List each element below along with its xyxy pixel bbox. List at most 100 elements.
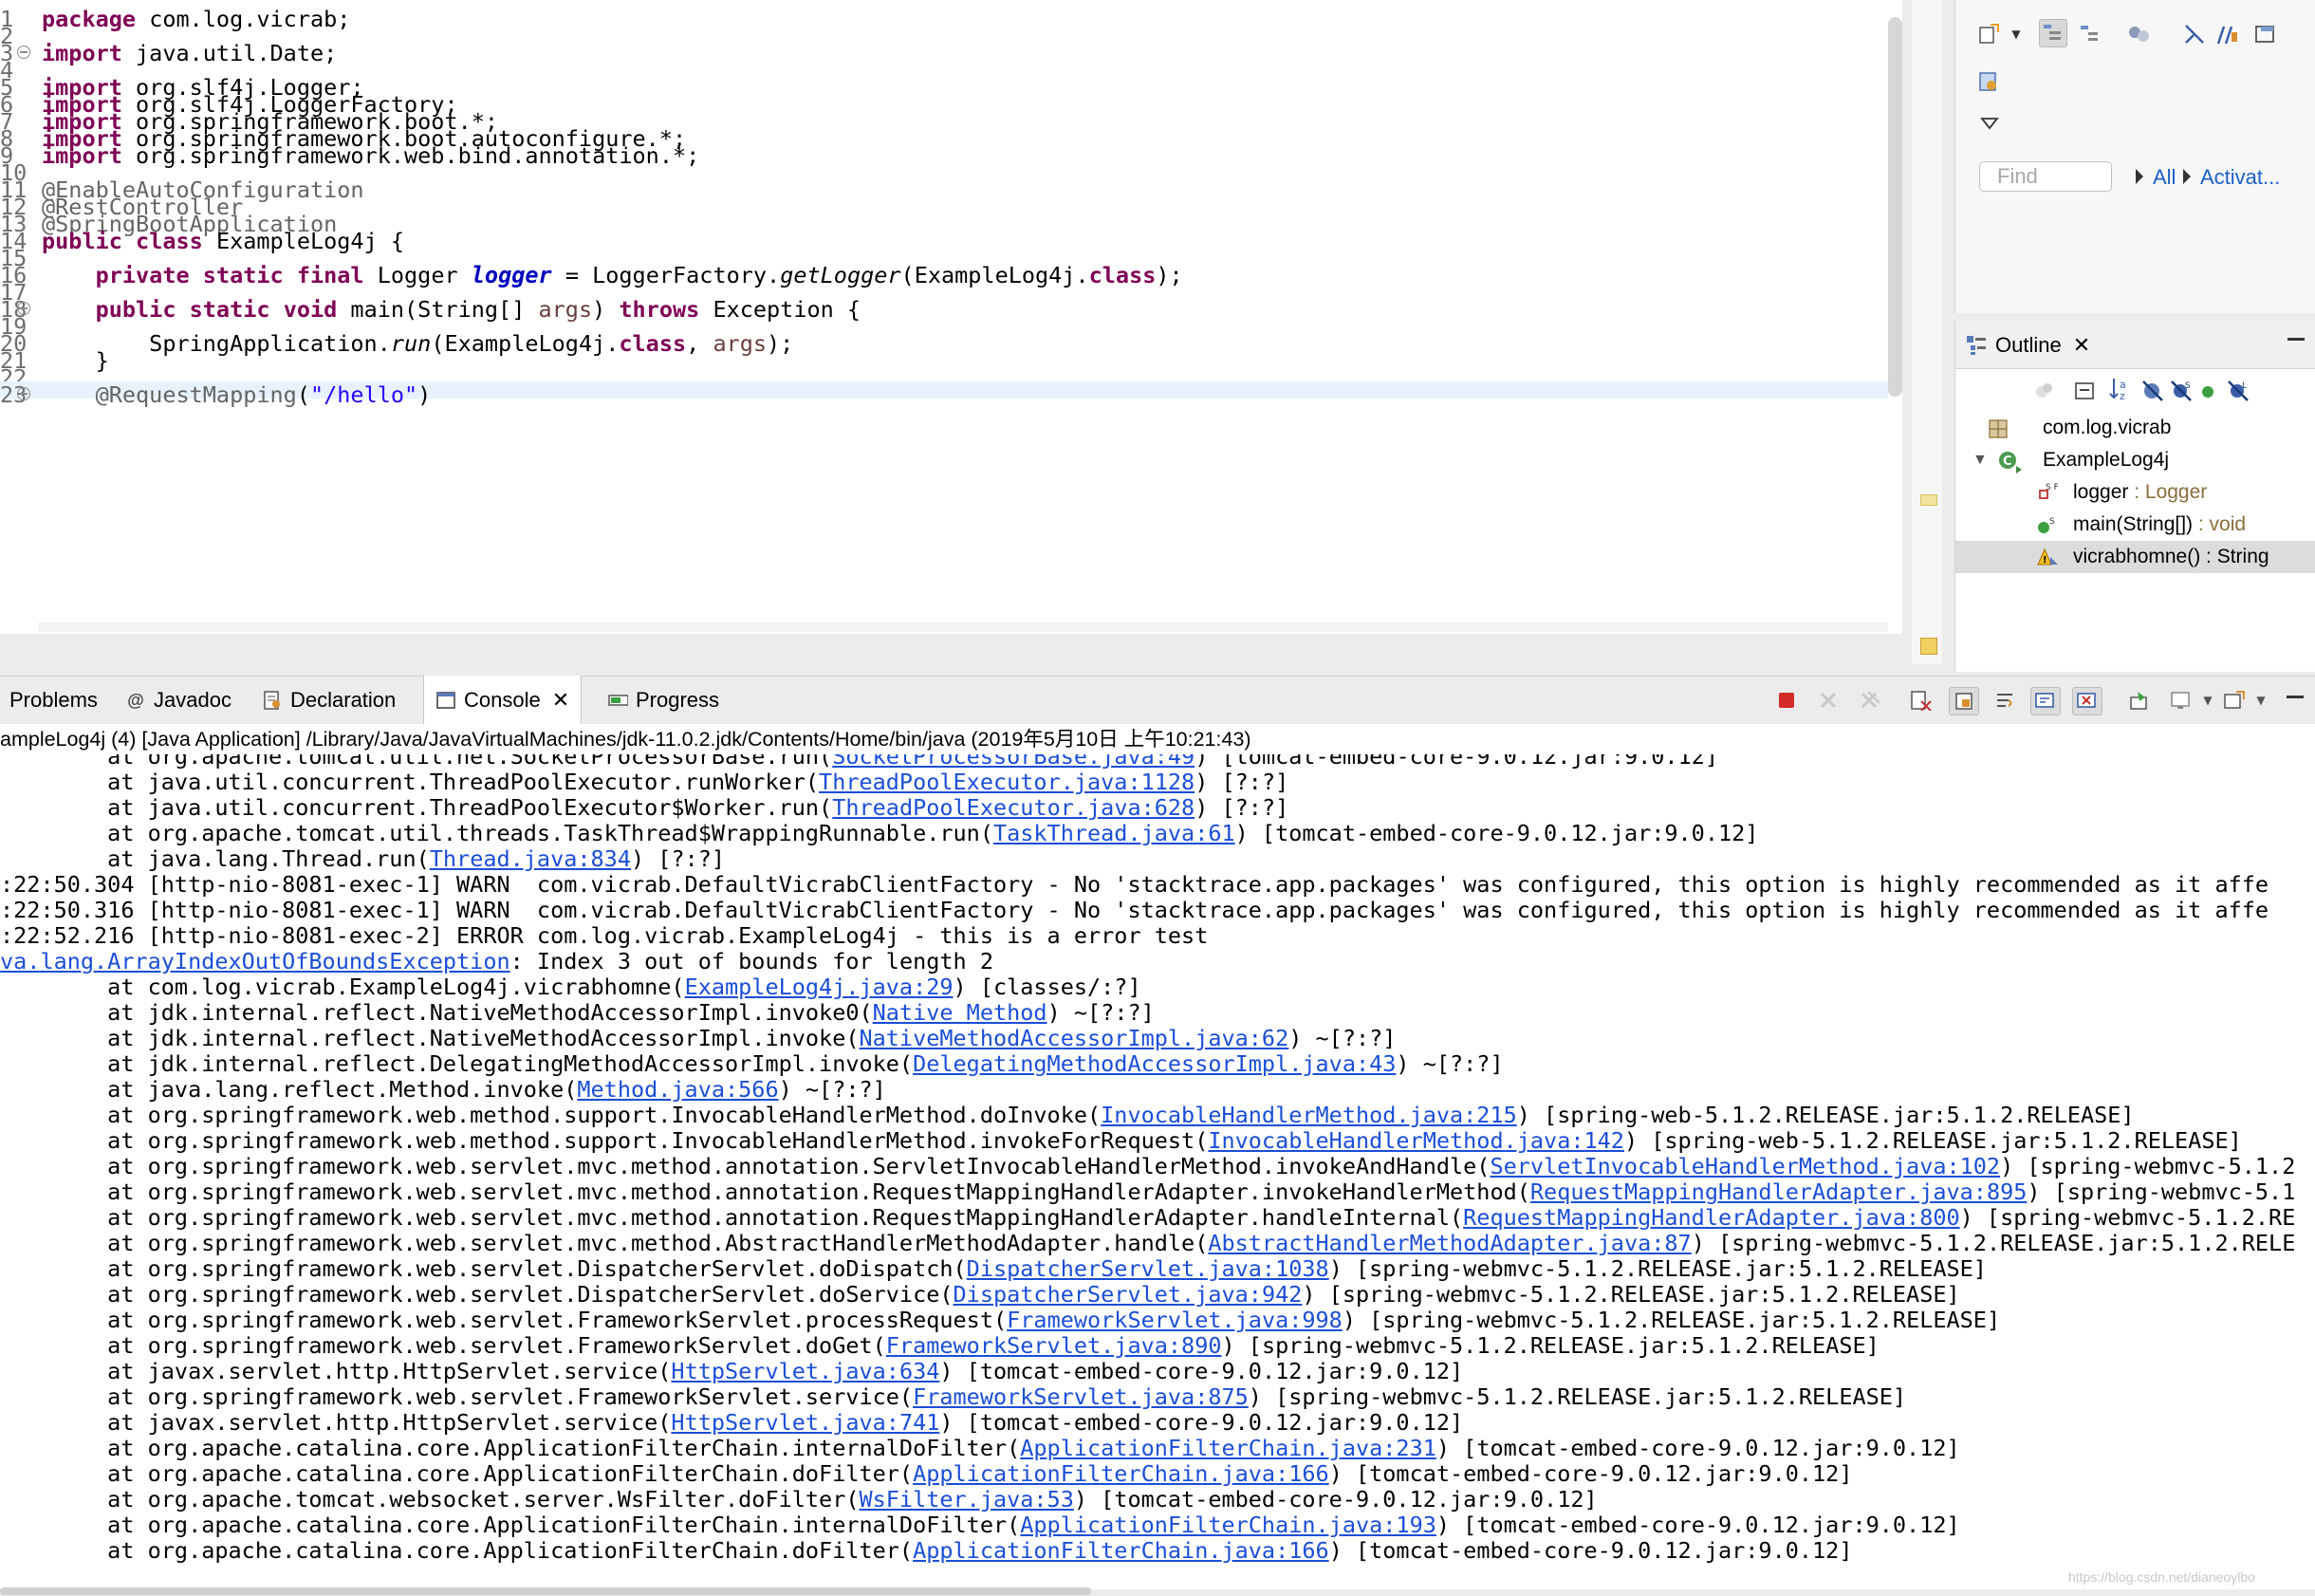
stack-trace-link[interactable]: ExampleLog4j.java:29: [685, 974, 954, 1000]
hide-static-icon[interactable]: S: [2168, 378, 2195, 404]
stack-trace-link[interactable]: NativeMethodAccessorImpl.java:62: [859, 1025, 1288, 1051]
stack-trace-link[interactable]: ThreadPoolExecutor.java:1128: [819, 769, 1195, 795]
stack-trace-link[interactable]: Native Method: [873, 999, 1047, 1026]
code-editor[interactable]: 1 package com.log.vicrab; 2 3 import java.ut…: [0, 0, 1902, 634]
stack-trace-link[interactable]: va.lang.ArrayIndexOutOfBoundsException: [0, 948, 510, 974]
editor-line[interactable]: 8 import org.springframework.boot.autocon…: [0, 125, 1888, 152]
editor-line[interactable]: 20 SpringApplication.run(ExampleLog4j.cl…: [0, 330, 1888, 357]
repository-icon[interactable]: [1976, 68, 2003, 95]
hide-local-types-icon[interactable]: L: [2225, 378, 2251, 404]
minimize-icon[interactable]: [2287, 338, 2305, 341]
terminate-icon[interactable]: [1772, 687, 1801, 714]
console-output[interactable]: at org.apache.tomcat.util.net.SocketProc…: [0, 754, 2315, 1589]
word-wrap-icon[interactable]: [1991, 687, 2019, 714]
stack-trace-link[interactable]: TaskThread.java:61: [993, 820, 1235, 846]
open-console-icon[interactable]: [2220, 687, 2249, 714]
scheduled-icon[interactable]: [2077, 21, 2103, 47]
stack-trace-link[interactable]: ThreadPoolExecutor.java:628: [832, 794, 1195, 821]
editor-line[interactable]: 23 @RequestMapping("/hello"): [0, 381, 1888, 408]
stack-trace-link[interactable]: FrameworkServlet.java:875: [913, 1383, 1249, 1410]
stack-trace-link[interactable]: InvocableHandlerMethod.java:142: [1208, 1127, 1624, 1154]
outline-main-row[interactable]: S main(String[]) : void: [1955, 509, 2315, 541]
stack-trace-link[interactable]: ApplicationFilterChain.java:166: [913, 1460, 1329, 1487]
editor-line[interactable]: 22: [0, 364, 1888, 391]
stack-trace-link[interactable]: ApplicationFilterChain.java:193: [1020, 1512, 1436, 1538]
editor-line[interactable]: 6 import org.slf4j.LoggerFactory;: [0, 91, 1888, 118]
scroll-lock-icon[interactable]: [1949, 687, 1979, 715]
activate-link[interactable]: Activat...: [2200, 165, 2280, 190]
clear-console-icon[interactable]: [1907, 687, 1935, 714]
stack-trace-link[interactable]: DelegatingMethodAccessorImpl.java:43: [913, 1050, 1396, 1077]
focus-icon[interactable]: [2126, 21, 2153, 47]
ruler-warning-marker[interactable]: [1920, 494, 1937, 506]
editor-line[interactable]: 5 import org.slf4j.Logger;: [0, 74, 1888, 101]
editor-line[interactable]: 12 @RestController: [0, 194, 1888, 220]
editor-line[interactable]: 13 @SpringBootApplication: [0, 211, 1888, 237]
find-input[interactable]: Find: [1979, 161, 2112, 192]
stack-trace-link[interactable]: AbstractHandlerMethodAdapter.java:87: [1208, 1230, 1691, 1256]
display-selected-console-icon[interactable]: [2167, 687, 2195, 714]
editor-line[interactable]: 21 }: [0, 347, 1888, 374]
view-menu-icon[interactable]: [1976, 110, 2003, 137]
categorized-icon[interactable]: [2039, 19, 2067, 47]
editor-line[interactable]: 2: [0, 23, 1888, 49]
tab-problems[interactable]: Problems: [9, 677, 98, 724]
show-console-on-output-icon[interactable]: [2030, 687, 2061, 715]
editor-line[interactable]: 9 import org.springframework.web.bind.ann…: [0, 142, 1888, 169]
editor-line[interactable]: 16 private static final Logger logger = …: [0, 262, 1888, 288]
editor-line[interactable]: 3 import java.util.Date;: [0, 40, 1888, 66]
expand-triangle-icon[interactable]: ▼: [1972, 444, 1988, 476]
editor-horizontal-scrollbar[interactable]: [38, 622, 1888, 632]
tab-progress[interactable]: Progress: [607, 677, 719, 724]
outline-package-row[interactable]: com.log.vicrab: [1955, 412, 2315, 444]
tab-javadoc[interactable]: @ Javadoc: [125, 677, 232, 724]
stack-trace-link[interactable]: HttpServlet.java:634: [671, 1358, 939, 1384]
link-with-editor-icon[interactable]: [2031, 378, 2058, 404]
editor-vertical-scrollbar[interactable]: [1888, 17, 1902, 397]
stack-trace-link[interactable]: SocketProcessorBase.java:49: [832, 754, 1195, 770]
synchronize-icon[interactable]: [2213, 21, 2240, 47]
outline-class-row[interactable]: ▼ C ExampleLog4j: [1955, 444, 2315, 476]
stack-trace-link[interactable]: WsFilter.java:53: [859, 1486, 1073, 1512]
collapse-all-icon[interactable]: [2181, 21, 2208, 47]
editor-line[interactable]: 18 public static void main(String[] args…: [0, 296, 1888, 323]
stack-trace-link[interactable]: DispatcherServlet.java:1038: [967, 1255, 1329, 1282]
window-icon[interactable]: [2251, 21, 2278, 47]
fold-collapse-icon[interactable]: [17, 387, 30, 400]
hide-non-public-icon[interactable]: [2195, 378, 2221, 404]
stack-trace-link[interactable]: ServletInvocableHandlerMethod.java:102: [1490, 1153, 2000, 1179]
editor-line[interactable]: 7 import org.springframework.boot.*;: [0, 108, 1888, 135]
outline-field-row[interactable]: S F logger : Logger: [1955, 476, 2315, 509]
editor-line[interactable]: 15: [0, 245, 1888, 271]
stack-trace-link[interactable]: FrameworkServlet.java:998: [1007, 1307, 1343, 1333]
stack-trace-link[interactable]: RequestMappingHandlerAdapter.java:800: [1463, 1204, 1959, 1231]
editor-line[interactable]: 4: [0, 57, 1888, 84]
console-horizontal-scrollbar[interactable]: [0, 1587, 1091, 1595]
remove-all-terminated-icon[interactable]: [1856, 687, 1884, 714]
outline-method-row[interactable]: ! vicrabhomne() : String: [1955, 541, 2315, 573]
remove-launch-icon[interactable]: [1814, 687, 1843, 714]
stack-trace-link[interactable]: ApplicationFilterChain.java:166: [913, 1537, 1329, 1564]
ruler-summary-marker[interactable]: [1920, 638, 1937, 655]
stack-trace-link[interactable]: InvocableHandlerMethod.java:215: [1101, 1102, 1517, 1128]
stack-trace-link[interactable]: FrameworkServlet.java:890: [886, 1332, 1222, 1359]
editor-line[interactable]: 11 @EnableAutoConfiguration: [0, 176, 1888, 203]
stack-trace-link[interactable]: HttpServlet.java:741: [671, 1409, 939, 1436]
editor-line[interactable]: 14 public class ExampleLog4j {: [0, 228, 1888, 254]
stack-trace-link[interactable]: ApplicationFilterChain.java:231: [1020, 1435, 1436, 1461]
new-task-icon[interactable]: [1976, 21, 2003, 47]
close-console-icon[interactable]: ✕: [552, 688, 569, 713]
display-dropdown-icon[interactable]: ▼: [2194, 687, 2222, 714]
stack-trace-link[interactable]: Thread.java:834: [430, 845, 631, 872]
all-link[interactable]: All: [2153, 165, 2176, 190]
open-console-dropdown-icon[interactable]: ▼: [2247, 687, 2275, 714]
collapse-all-outline-icon[interactable]: [2071, 378, 2098, 404]
hide-fields-icon[interactable]: [2139, 378, 2166, 404]
stack-trace-link[interactable]: RequestMappingHandlerAdapter.java:895: [1530, 1178, 2027, 1205]
tab-outline[interactable]: Outline ✕: [1965, 326, 2090, 364]
editor-line[interactable]: 10: [0, 159, 1888, 186]
editor-line[interactable]: 19: [0, 313, 1888, 340]
close-icon[interactable]: ✕: [2073, 333, 2090, 358]
show-console-on-error-icon[interactable]: [2072, 687, 2102, 715]
editor-line[interactable]: 17: [0, 279, 1888, 306]
